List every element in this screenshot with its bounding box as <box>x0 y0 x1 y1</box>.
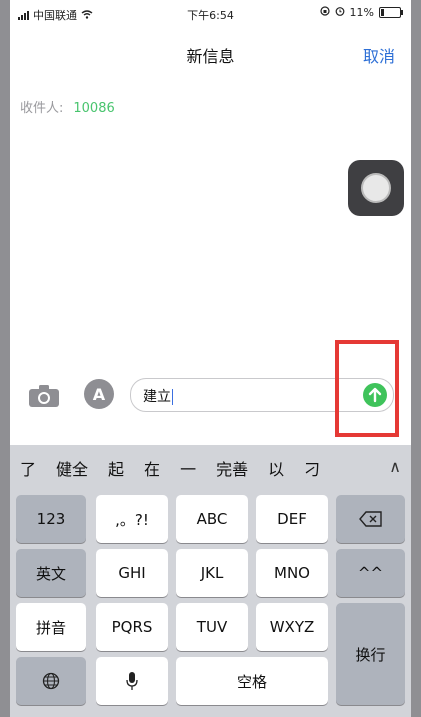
candidate-item[interactable]: 一 <box>170 456 206 480</box>
camera-icon[interactable] <box>28 384 60 408</box>
backspace-icon <box>358 511 382 527</box>
candidate-item[interactable]: 健全 <box>46 456 98 480</box>
microphone-button[interactable] <box>96 657 168 705</box>
candidate-bar: 了 健全 起 在 一 完善 以 刁 ∧ <box>10 445 411 491</box>
space-key[interactable]: 空格 <box>176 657 328 705</box>
rotation-lock-icon <box>319 6 330 19</box>
backspace-button[interactable] <box>336 495 405 543</box>
key-wxyz[interactable]: WXYZ <box>256 603 328 651</box>
message-text: 建立 <box>143 386 173 406</box>
candidate-item[interactable]: 以 <box>258 456 294 480</box>
candidate-item[interactable]: 了 <box>10 456 46 480</box>
key-pqrs[interactable]: PQRS <box>96 603 168 651</box>
key-jkl[interactable]: JKL <box>176 549 248 597</box>
page-title: 新信息 <box>186 47 235 66</box>
key-tuv[interactable]: TUV <box>176 603 248 651</box>
assistive-touch-icon <box>361 173 391 203</box>
chevron-up-icon[interactable]: ∧ <box>389 457 401 476</box>
message-text-value: 建立 <box>143 389 171 405</box>
assistive-touch-button[interactable] <box>348 160 404 216</box>
candidate-item[interactable]: 刁 <box>294 456 330 480</box>
key-punctuation[interactable]: ,。?! <box>96 495 168 543</box>
text-caret <box>172 389 173 405</box>
key-def[interactable]: DEF <box>256 495 328 543</box>
app-store-icon[interactable]: A <box>84 379 114 409</box>
key-pinyin[interactable]: 拼音 <box>16 603 86 651</box>
alarm-icon <box>335 6 345 19</box>
recipient-field[interactable]: 收件人: 10086 <box>20 97 115 116</box>
cancel-button[interactable]: 取消 <box>363 43 395 67</box>
key-mno[interactable]: MNO <box>256 549 328 597</box>
key-english[interactable]: 英文 <box>16 549 86 597</box>
globe-button[interactable] <box>16 657 86 705</box>
status-right: 11% <box>319 6 403 19</box>
candidate-item[interactable]: 起 <box>98 456 134 480</box>
key-abc[interactable]: ABC <box>176 495 248 543</box>
candidate-item[interactable]: 完善 <box>206 456 258 480</box>
recipient-number[interactable]: 10086 <box>73 101 114 116</box>
enter-key[interactable]: 换行 <box>336 603 405 705</box>
microphone-icon <box>126 672 138 690</box>
send-button-highlight <box>335 340 399 437</box>
key-123[interactable]: 123 <box>16 495 86 543</box>
globe-icon <box>42 672 60 690</box>
battery-icon <box>379 7 403 18</box>
keyboard: 123 ,。?! ABC DEF 英文 GHI JKL MNO ^^ 拼音 PQ… <box>10 491 411 717</box>
navigation-bar: 新信息 取消 <box>10 26 411 82</box>
phone-screen: 中国联通 下午6:54 11% 新信息 取消 收件人: 10086 A 建立 了… <box>10 0 411 717</box>
key-ghi[interactable]: GHI <box>96 549 168 597</box>
recipient-label: 收件人: <box>20 101 64 116</box>
key-emoticon[interactable]: ^^ <box>336 549 405 597</box>
candidate-item[interactable]: 在 <box>134 456 170 480</box>
status-bar: 中国联通 下午6:54 11% <box>10 0 411 26</box>
battery-percent: 11% <box>349 6 374 19</box>
